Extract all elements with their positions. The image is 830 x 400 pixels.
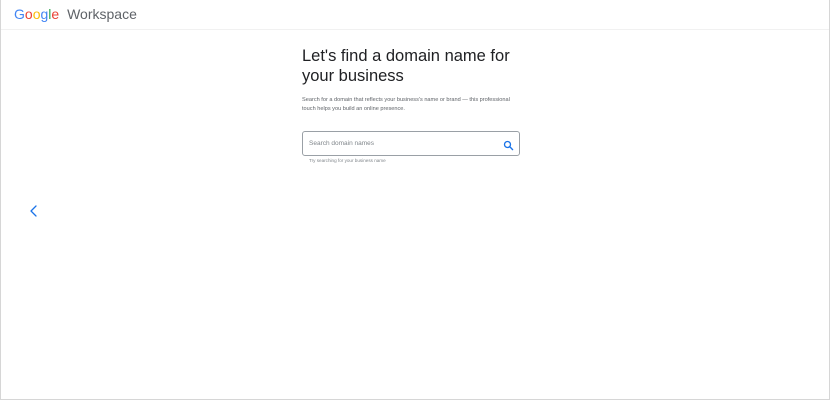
domain-search-box[interactable] — [302, 131, 520, 156]
page: Google Workspace Let's find a domain nam… — [0, 0, 830, 400]
logo-letter: o — [24, 6, 33, 22]
page-description: Search for a domain that reflects your b… — [302, 97, 510, 112]
logo-letter: G — [14, 6, 25, 22]
domain-search-input[interactable] — [309, 132, 494, 155]
page-title: Let's find a domain name for your busine… — [302, 47, 510, 85]
logo-letter: e — [51, 6, 60, 22]
search-hint: Try searching for your business name — [309, 158, 386, 163]
chevron-left-icon — [30, 205, 37, 217]
domain-search-panel: Let's find a domain name for your busine… — [302, 46, 532, 163]
google-wordmark: Google — [14, 6, 63, 22]
top-bar: Google Workspace — [1, 0, 829, 30]
google-workspace-logo[interactable]: Google Workspace — [14, 6, 137, 23]
product-name: Workspace — [67, 6, 137, 22]
search-icon[interactable] — [503, 138, 514, 151]
back-button[interactable] — [28, 204, 40, 218]
